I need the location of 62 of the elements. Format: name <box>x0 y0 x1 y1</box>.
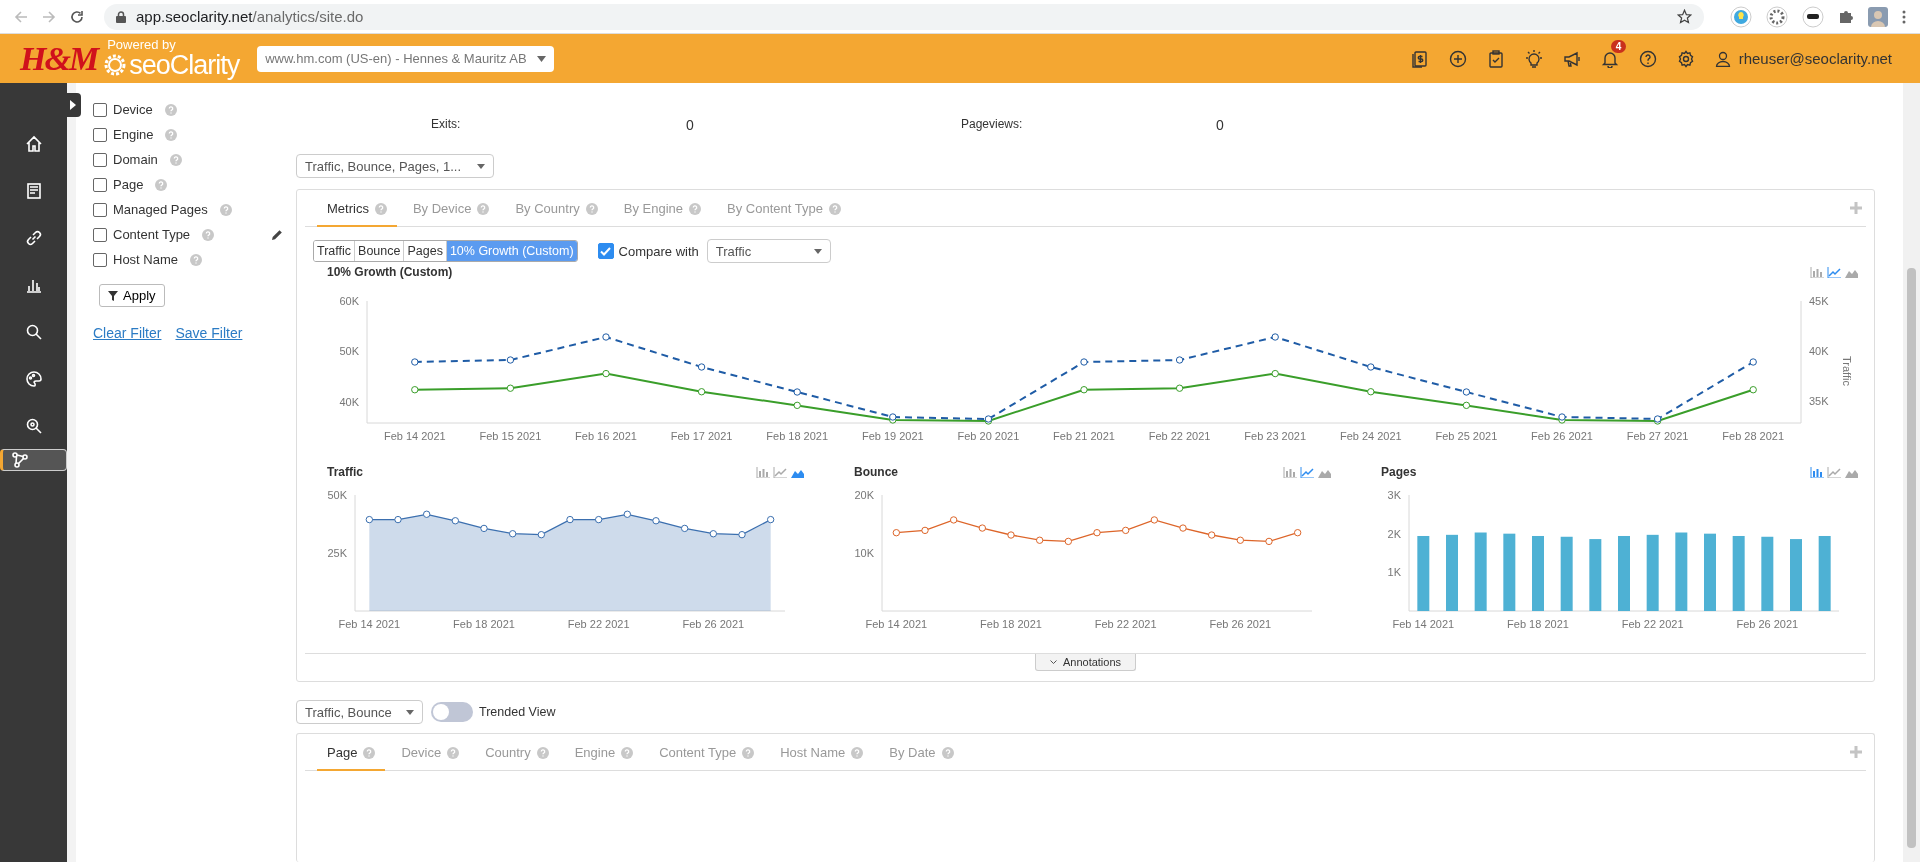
tick-label: Feb 19 2021 <box>861 430 924 442</box>
tick-label: Feb 22 2021 <box>1094 618 1157 630</box>
axis-title: Traffic <box>1841 356 1853 386</box>
tick-label: Feb 26 2021 <box>1209 618 1272 630</box>
tick-label: Feb 26 2021 <box>1736 618 1799 630</box>
tick-label: Feb 22 2021 <box>1148 430 1211 442</box>
tick-label: Feb 18 2021 <box>1507 618 1569 630</box>
notification-badge: 4 <box>1610 39 1627 53</box>
tick-label: 3K <box>1387 489 1401 501</box>
tick-label: 45K <box>1809 295 1829 307</box>
chart-title: Traffic <box>327 465 363 479</box>
tick-label: Feb 22 2021 <box>567 618 630 630</box>
tick-label: 2K <box>1387 527 1401 540</box>
tick-label: Feb 15 2021 <box>479 430 542 442</box>
filter-label: Page <box>113 177 144 192</box>
stat-label: Pageviews: <box>961 117 1024 133</box>
tick-label: 50K <box>339 345 359 358</box>
filter-label: Device <box>113 102 153 117</box>
tick-label: Feb 21 2021 <box>1053 430 1115 442</box>
tick-label: Feb 20 2021 <box>957 430 1020 442</box>
filter-label: Content Type <box>113 227 191 242</box>
tick-label: Feb 18 2021 <box>980 618 1042 630</box>
filter-label: Engine <box>113 127 154 142</box>
tick-label: Feb 16 2021 <box>575 430 637 442</box>
tick-label: Feb 18 2021 <box>766 430 829 442</box>
url-text: app.seoclarity.net/analytics/site.do <box>136 8 364 25</box>
stat-label: Exits: <box>431 117 462 133</box>
tick-label: Feb 22 2021 <box>1621 618 1684 630</box>
tick-label: Feb 23 2021 <box>1244 430 1307 442</box>
tick-label: Feb 14 2021 <box>865 618 928 630</box>
tick-label: 25K <box>327 547 347 559</box>
tick-label: Feb 26 2021 <box>1531 430 1593 442</box>
chart-title: 10% Growth (Custom) <box>327 265 453 279</box>
tick-label: Feb 24 2021 <box>1339 430 1402 442</box>
stat-value: 0 <box>1216 117 1225 133</box>
tick-label: 1K <box>1387 566 1401 579</box>
tick-label: 40K <box>1809 345 1829 357</box>
tick-label: 40K <box>339 395 359 408</box>
filter-label: Domain <box>113 152 158 167</box>
tick-label: Feb 25 2021 <box>1435 430 1498 442</box>
tick-label: 50K <box>327 489 347 501</box>
chart-title: Pages <box>1381 465 1417 479</box>
tick-label: Feb 18 2021 <box>453 618 515 630</box>
tick-label: 35K <box>1809 395 1829 407</box>
tick-label: 10K <box>854 547 874 559</box>
tick-label: Feb 27 2021 <box>1626 430 1689 442</box>
compare-label: Compare with <box>618 243 699 259</box>
tick-label: Feb 14 2021 <box>1392 618 1455 630</box>
tick-label: Feb 26 2021 <box>682 618 745 630</box>
tick-label: Feb 28 2021 <box>1722 430 1785 442</box>
stat-value: 0 <box>686 117 695 133</box>
client-logo: H&M <box>20 39 98 78</box>
tick-label: Feb 17 2021 <box>670 430 733 442</box>
filter-label: Managed Pages <box>113 202 208 217</box>
chart-title: Bounce <box>854 465 898 479</box>
toggle-label: Trended View <box>479 705 556 719</box>
filter-label: Host Name <box>113 252 179 267</box>
tick-label: 60K <box>339 295 359 307</box>
tick-label: 20K <box>854 489 874 501</box>
tagline: Powered by <box>107 38 177 51</box>
tick-label: Feb 14 2021 <box>338 618 401 630</box>
tick-label: Feb 14 2021 <box>383 430 446 442</box>
